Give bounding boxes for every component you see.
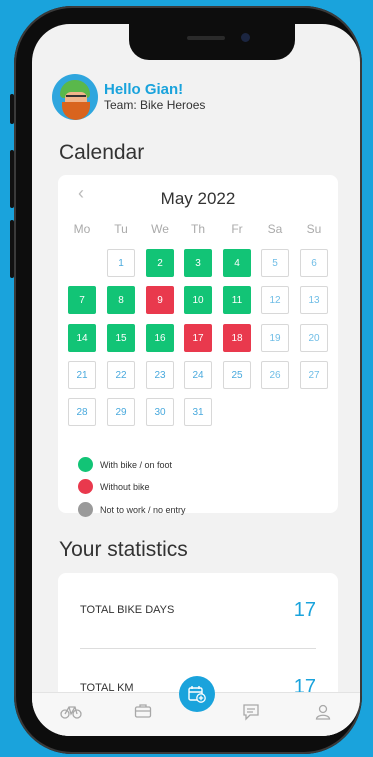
- legend-item: With bike / on foot: [78, 457, 172, 472]
- avatar[interactable]: [52, 74, 98, 120]
- calendar-day-25[interactable]: 25: [223, 361, 251, 389]
- stat-divider: [80, 648, 316, 649]
- calendar-add-icon[interactable]: [179, 676, 215, 712]
- calendar-day-27[interactable]: 27: [300, 361, 328, 389]
- calendar-card: ‹ May 2022 Mo Tu We Th Fr Sa Su 1 2 3 4 5 6 7 8 9 10 11 1…: [58, 175, 338, 517]
- camera: [241, 33, 250, 42]
- legend-label: Not to work / no entry: [100, 504, 186, 515]
- team-name: Team: Bike Heroes: [104, 98, 206, 112]
- user-header: Hello Gian! Team: Bike Heroes: [52, 72, 205, 122]
- weekday-header: Fr: [231, 222, 243, 236]
- app-screen: Hello Gian! Team: Bike Heroes Calendar ‹…: [32, 24, 360, 736]
- calendar-day-12[interactable]: 12: [261, 286, 289, 314]
- calendar-day-20[interactable]: 20: [300, 324, 328, 352]
- greeting: Hello Gian!: [104, 81, 184, 98]
- calendar-day-30[interactable]: 30: [146, 398, 174, 426]
- calendar-day-24[interactable]: 24: [184, 361, 212, 389]
- legend-dot: [78, 502, 93, 517]
- weekday-header: Mo: [73, 222, 91, 236]
- volume-up-button: [10, 150, 14, 208]
- calendar-day-28[interactable]: 28: [68, 398, 96, 426]
- weekday-header: We: [151, 222, 169, 236]
- calendar-day-31[interactable]: 31: [184, 398, 212, 426]
- calendar-day-10[interactable]: 10: [184, 286, 212, 314]
- weekday-header: Sa: [267, 222, 283, 236]
- speaker: [187, 36, 225, 40]
- legend-dot: [78, 457, 93, 472]
- calendar-day-26[interactable]: 26: [261, 361, 289, 389]
- notch: [129, 24, 295, 60]
- calendar-day-2[interactable]: 2: [146, 249, 174, 277]
- calendar-day-3[interactable]: 3: [184, 249, 212, 277]
- calendar-day-29[interactable]: 29: [107, 398, 135, 426]
- bike-icon[interactable]: [60, 703, 82, 723]
- calendar-day-11[interactable]: 11: [223, 286, 251, 314]
- calendar-day-22[interactable]: 22: [107, 361, 135, 389]
- calendar-day-5[interactable]: 5: [261, 249, 289, 277]
- calendar-day-13[interactable]: 13: [300, 286, 328, 314]
- calendar-day-15[interactable]: 15: [107, 324, 135, 352]
- weekday-header: Su: [306, 222, 322, 236]
- volume-down-button: [10, 220, 14, 278]
- legend-item: Not to work / no entry: [78, 502, 186, 517]
- stat-label-bike-days: TOTAL BIKE DAYS: [80, 604, 175, 616]
- calendar-day-21[interactable]: 21: [68, 361, 96, 389]
- calendar-day-1[interactable]: 1: [107, 249, 135, 277]
- calendar-day-7[interactable]: 7: [68, 286, 96, 314]
- legend-item: Without bike: [78, 479, 150, 494]
- calendar-day-8[interactable]: 8: [107, 286, 135, 314]
- calendar-title: Calendar: [59, 141, 145, 164]
- legend-label: With bike / on foot: [100, 459, 173, 470]
- briefcase-icon[interactable]: [132, 703, 154, 723]
- calendar-day-17[interactable]: 17: [184, 324, 212, 352]
- calendar-day-19[interactable]: 19: [261, 324, 289, 352]
- calendar-day-4[interactable]: 4: [223, 249, 251, 277]
- mute-switch: [10, 94, 14, 124]
- weekday-header: Th: [190, 222, 205, 236]
- calendar-day-9[interactable]: 9: [146, 286, 174, 314]
- legend-dot: [78, 479, 93, 494]
- user-info: Hello Gian! Team: Bike Heroes: [104, 81, 205, 113]
- calendar-month: May 2022: [160, 189, 236, 208]
- statistics-title: Your statistics: [59, 538, 188, 561]
- calendar-day-23[interactable]: 23: [146, 361, 174, 389]
- calendar-day-14[interactable]: 14: [68, 324, 96, 352]
- calendar-day-6[interactable]: 6: [300, 249, 328, 277]
- calendar-day-18[interactable]: 18: [223, 324, 251, 352]
- calendar-day-16[interactable]: 16: [146, 324, 174, 352]
- stat-value-bike-days: 17: [293, 599, 316, 621]
- weekday-header: Tu: [114, 222, 128, 236]
- legend-label: Without bike: [100, 481, 150, 492]
- chat-icon[interactable]: [240, 703, 262, 723]
- profile-icon[interactable]: [312, 703, 334, 723]
